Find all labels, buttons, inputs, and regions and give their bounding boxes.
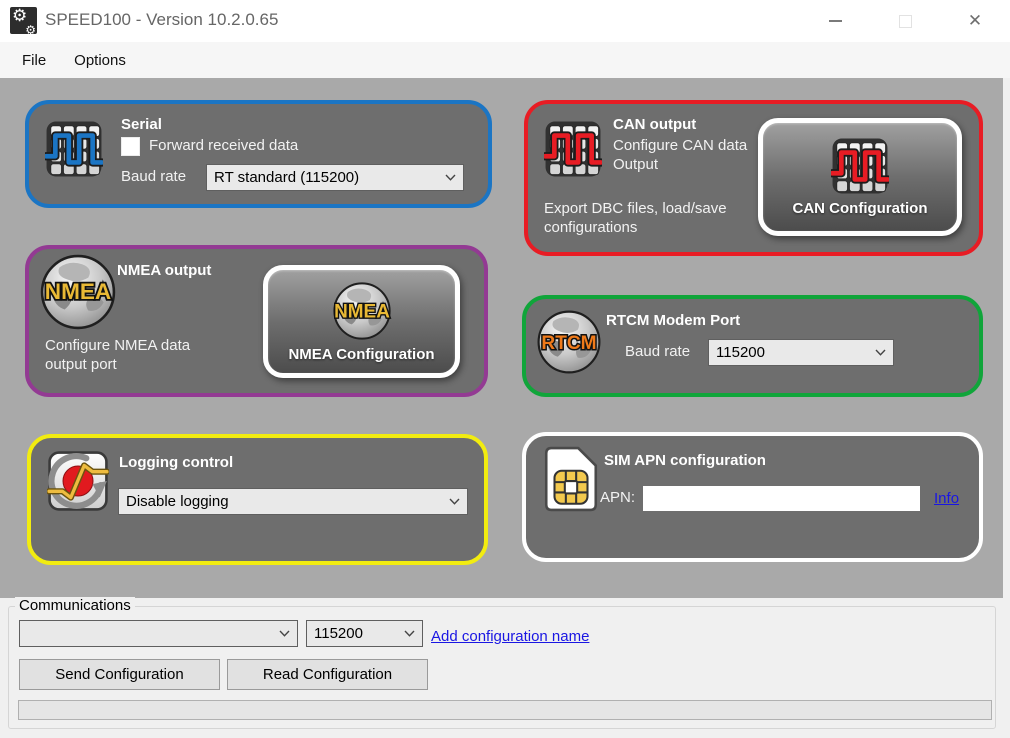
can-waveform-icon — [544, 120, 602, 178]
gear-icon: ⚙ — [25, 23, 36, 37]
can-panel: CAN output Configure CAN data Output Exp… — [524, 100, 983, 256]
forward-data-row: Forward received data — [121, 137, 298, 156]
can-subtitle: Configure CAN data Output — [613, 137, 763, 175]
nmea-globe-icon: NMEA — [39, 253, 117, 331]
serial-baud-select[interactable]: RT standard (115200) — [206, 164, 464, 191]
bottom-section: Communications 115200 Add configuration … — [0, 598, 1010, 738]
send-configuration-button[interactable]: Send Configuration — [19, 659, 220, 690]
menubar: File Options — [0, 42, 1010, 78]
svg-text:RTCM: RTCM — [541, 333, 596, 354]
nmea-globe-icon: NMEA — [332, 281, 392, 341]
sim-title: SIM APN configuration — [604, 452, 766, 469]
nmea-configuration-button[interactable]: NMEA NMEA Configuration — [263, 265, 460, 378]
can-configuration-label: CAN Configuration — [793, 200, 928, 217]
serial-baud-row: Baud rate RT standard (115200) — [121, 164, 464, 191]
forward-data-checkbox[interactable] — [121, 137, 140, 156]
rtcm-title: RTCM Modem Port — [606, 312, 740, 329]
nmea-panel: NMEA NMEA output Configure NMEA data out… — [25, 245, 488, 397]
chevron-down-icon — [279, 630, 290, 637]
close-button[interactable]: ✕ — [940, 0, 1010, 42]
logging-mode-select[interactable]: Disable logging — [118, 488, 468, 515]
apn-label: APN: — [600, 489, 635, 508]
minimize-icon — [829, 20, 842, 22]
serial-baud-label: Baud rate — [121, 168, 186, 187]
apn-input[interactable] — [643, 486, 920, 511]
minimize-button[interactable] — [800, 0, 870, 42]
logging-icon — [47, 450, 109, 512]
can-description: Export DBC files, load/save configuratio… — [544, 200, 776, 238]
nmea-title: NMEA output — [117, 262, 211, 279]
rtcm-panel: RTCM RTCM Modem Port Baud rate 115200 — [522, 295, 983, 397]
logging-title: Logging control — [119, 454, 233, 471]
progress-bar — [18, 700, 992, 720]
rtcm-baud-select[interactable]: 115200 — [708, 339, 894, 366]
svg-text:NMEA: NMEA — [334, 301, 390, 322]
rtcm-baud-label: Baud rate — [625, 343, 690, 362]
sim-panel: SIM APN configuration APN: Info — [522, 432, 983, 562]
info-link[interactable]: Info — [934, 490, 959, 507]
can-title: CAN output — [613, 116, 696, 133]
menu-options[interactable]: Options — [60, 42, 140, 78]
main-area: Serial Forward received data Baud rate R… — [0, 78, 1003, 598]
chevron-down-icon — [445, 174, 456, 181]
can-configuration-button[interactable]: CAN Configuration — [758, 118, 962, 236]
communications-label: Communications — [15, 597, 135, 614]
comm-baud-select[interactable]: 115200 — [306, 620, 423, 647]
read-configuration-button[interactable]: Read Configuration — [227, 659, 428, 690]
nmea-configuration-label: NMEA Configuration — [288, 346, 434, 363]
forward-data-label: Forward received data — [149, 137, 298, 156]
chevron-down-icon — [449, 498, 460, 505]
chevron-down-icon — [875, 349, 886, 356]
add-configuration-name-link[interactable]: Add configuration name — [431, 628, 589, 645]
sim-card-icon — [544, 446, 598, 512]
can-waveform-icon — [831, 137, 889, 195]
rtcm-baud-row: Baud rate 115200 — [625, 339, 894, 366]
communications-groupbox: Communications 115200 Add configuration … — [8, 606, 996, 729]
app-gears-icon: ⚙ ⚙ — [10, 7, 37, 34]
serial-waveform-icon — [45, 120, 103, 178]
window-title: SPEED100 - Version 10.2.0.65 — [45, 10, 278, 30]
apn-row: APN: Info — [600, 486, 959, 511]
nmea-description: Configure NMEA data output port — [45, 337, 235, 375]
serial-title: Serial — [121, 116, 162, 133]
svg-text:NMEA: NMEA — [45, 279, 111, 304]
serial-panel: Serial Forward received data Baud rate R… — [25, 100, 492, 208]
close-icon: ✕ — [968, 11, 982, 31]
window-controls: ✕ — [800, 0, 1010, 42]
logging-panel: Logging control Disable logging — [27, 434, 488, 565]
menu-file[interactable]: File — [0, 42, 60, 78]
maximize-button[interactable] — [870, 0, 940, 42]
titlebar: ⚙ ⚙ SPEED100 - Version 10.2.0.65 ✕ — [0, 0, 1010, 42]
chevron-down-icon — [404, 630, 415, 637]
config-name-select[interactable] — [19, 620, 298, 647]
rtcm-globe-icon: RTCM — [536, 309, 602, 375]
maximize-icon — [899, 15, 912, 28]
